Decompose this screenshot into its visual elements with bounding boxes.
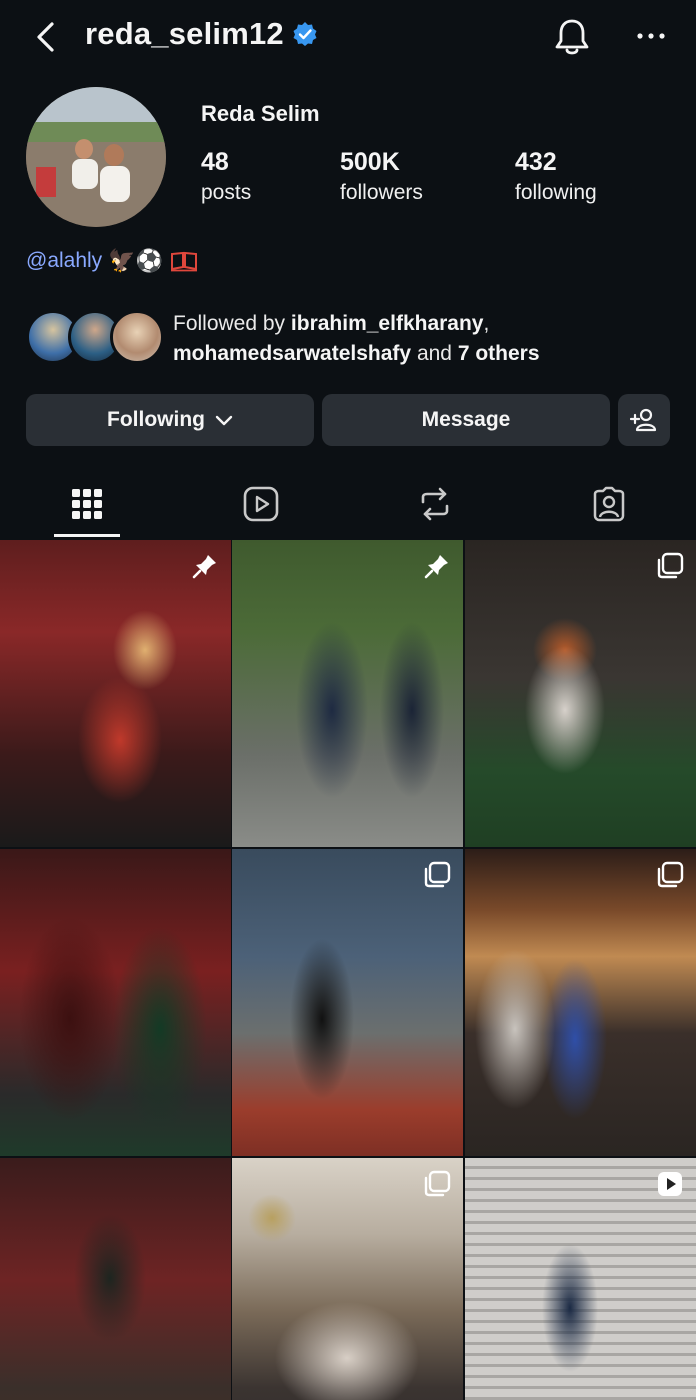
mutual-user-2: mohamedsarwatelshafy [173, 342, 412, 365]
tab-posts-grid[interactable] [27, 470, 147, 538]
add-person-icon [630, 408, 657, 432]
followed-by-separator: , [483, 312, 490, 335]
posts-count[interactable]: 48 posts [201, 148, 251, 205]
posts-label: posts [201, 181, 252, 204]
tab-reels[interactable] [201, 470, 321, 538]
avatar-photo [26, 87, 166, 227]
message-button-label: Message [421, 408, 511, 431]
following-button-label: Following [107, 408, 205, 431]
tab-tagged[interactable] [549, 470, 669, 538]
followers-label: followers [340, 181, 423, 204]
following-count[interactable]: 432 following [515, 148, 597, 205]
post-thumbnail[interactable] [0, 849, 231, 1156]
suggested-people-button[interactable] [618, 394, 670, 446]
post-thumbnail[interactable] [232, 540, 463, 847]
tab-reposts[interactable] [375, 470, 495, 538]
profile-header: reda_selim12 [0, 0, 696, 74]
mutual-user-1: ibrahim_elfkharany [290, 312, 484, 335]
following-button[interactable]: Following [26, 394, 314, 446]
followers-count[interactable]: 500K followers [340, 148, 423, 205]
profile-username: reda_selim12 [85, 16, 318, 52]
open-book-icon [170, 251, 197, 272]
message-button[interactable]: Message [322, 394, 610, 446]
following-label: following [515, 181, 597, 204]
active-tab-indicator [54, 534, 120, 537]
posts-grid [0, 540, 696, 1400]
followed-by-text[interactable]: Followed by ibrahim_elfkharany, mohameds… [173, 309, 673, 369]
carousel-icon [424, 861, 451, 888]
post-thumbnail[interactable] [465, 540, 696, 847]
verified-badge-icon [293, 22, 317, 46]
grid-icon [72, 489, 102, 519]
post-thumbnail[interactable] [0, 540, 231, 847]
bio: @alahly 🦅⚽ [26, 248, 199, 274]
back-arrow-icon[interactable] [28, 18, 64, 56]
reel-icon [658, 1172, 682, 1196]
reels-icon [243, 486, 279, 522]
followers-number: 500K [340, 148, 400, 176]
pin-icon [192, 555, 216, 579]
more-horizontal-icon[interactable] [632, 24, 672, 48]
bio-emojis: 🦅⚽ [108, 248, 163, 273]
followed-by-conjunction: and [416, 342, 452, 365]
posts-number: 48 [201, 148, 229, 176]
followed-by-prefix: Followed by [173, 312, 286, 335]
bell-icon[interactable] [552, 16, 592, 58]
mutual-others: 7 others [457, 342, 540, 365]
repost-icon [421, 487, 449, 521]
carousel-icon [657, 861, 684, 888]
tagged-person-icon [593, 486, 625, 522]
mutual-avatar [110, 310, 164, 364]
post-thumbnail[interactable] [465, 849, 696, 1156]
mutual-followers-avatars[interactable] [26, 310, 166, 364]
username-text: reda_selim12 [85, 16, 284, 51]
carousel-icon [657, 552, 684, 579]
carousel-icon [424, 1170, 451, 1197]
post-thumbnail[interactable] [232, 849, 463, 1156]
pin-icon [424, 555, 448, 579]
bio-mention-link[interactable]: @alahly [26, 249, 102, 273]
profile-avatar[interactable] [26, 87, 166, 227]
post-thumbnail[interactable] [0, 1158, 231, 1400]
profile-tabs [0, 470, 696, 538]
post-thumbnail[interactable] [232, 1158, 463, 1400]
display-name: Reda Selim [201, 101, 320, 126]
chevron-down-icon [215, 415, 233, 426]
following-number: 432 [515, 148, 557, 176]
post-thumbnail[interactable] [465, 1158, 696, 1400]
